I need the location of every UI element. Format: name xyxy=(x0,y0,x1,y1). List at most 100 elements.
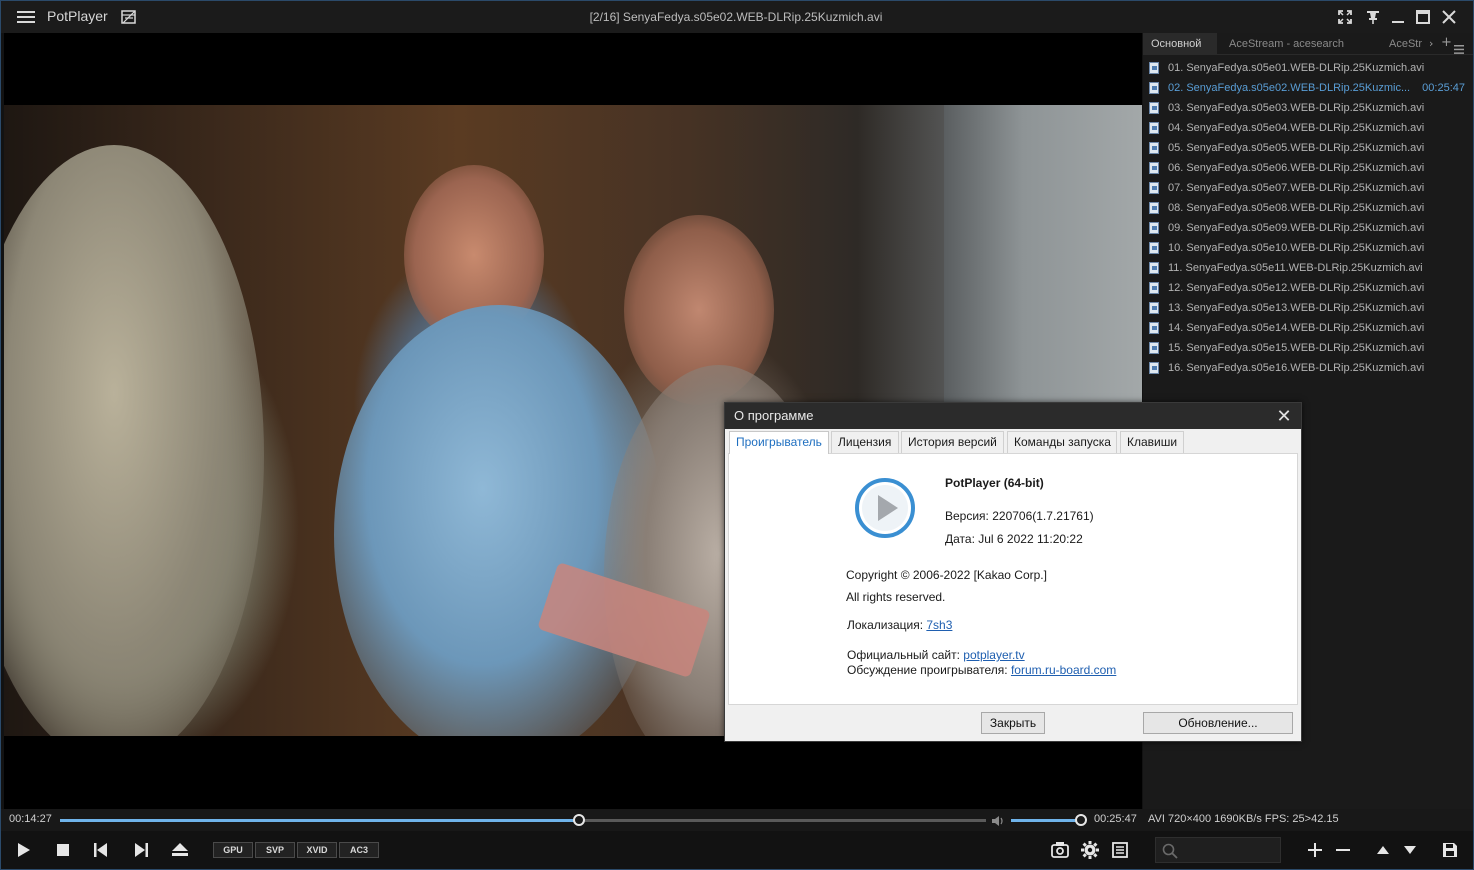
about-content: PotPlayer (64-bit) Версия: 220706(1.7.21… xyxy=(728,453,1298,705)
playlist-icon[interactable] xyxy=(1107,831,1133,869)
about-titlebar: О программе ✕ xyxy=(725,403,1301,429)
site-label: Официальный сайт: xyxy=(847,648,960,662)
playlist-item[interactable]: 06. SenyaFedya.s05e06.WEB-DLRip.25Kuzmic… xyxy=(1147,158,1471,178)
playlist-item[interactable]: 05. SenyaFedya.s05e05.WEB-DLRip.25Kuzmic… xyxy=(1147,138,1471,158)
video-file-icon xyxy=(1149,62,1159,74)
playlist-item[interactable]: 04. SenyaFedya.s05e04.WEB-DLRip.25Kuzmic… xyxy=(1147,118,1471,138)
settings-icon[interactable] xyxy=(1077,831,1103,869)
seek-row: 00:14:27 00:25:47 AVI 720×400 1690KB/s F… xyxy=(1,809,1473,831)
minimize-icon[interactable] xyxy=(1387,1,1409,33)
tab-menu-icon[interactable] xyxy=(1454,39,1464,58)
codec-svp[interactable]: SVP xyxy=(255,842,295,858)
video-file-icon xyxy=(1149,222,1159,234)
playlist-item-label: 11. SenyaFedya.s05e11.WEB-DLRip.25Kuzmic… xyxy=(1168,262,1423,274)
rights-text: All rights reserved. xyxy=(846,590,946,604)
copyright-text: Copyright © 2006-2022 [Kakao Corp.] xyxy=(846,568,1047,582)
playlist-item-label: 16. SenyaFedya.s05e16.WEB-DLRip.25Kuzmic… xyxy=(1168,362,1425,374)
save-icon[interactable] xyxy=(1438,831,1462,869)
seek-bar[interactable] xyxy=(60,814,986,826)
update-button[interactable]: Обновление... xyxy=(1143,712,1293,734)
video-file-icon xyxy=(1149,362,1159,374)
tab-hotkeys[interactable]: Клавиши xyxy=(1120,431,1184,453)
playlist-item-label: 05. SenyaFedya.s05e05.WEB-DLRip.25Kuzmic… xyxy=(1168,142,1425,154)
codec-ac3[interactable]: AC3 xyxy=(339,842,379,858)
app-name[interactable]: PotPlayer xyxy=(47,8,108,24)
playlist-item-label: 14. SenyaFedya.s05e14.WEB-DLRip.25Kuzmic… xyxy=(1168,322,1425,334)
volume-slider[interactable] xyxy=(1011,814,1087,826)
menu-icon[interactable] xyxy=(15,1,37,33)
playlist-item[interactable]: 07. SenyaFedya.s05e07.WEB-DLRip.25Kuzmic… xyxy=(1147,178,1471,198)
codec-gpu[interactable]: GPU xyxy=(213,842,253,858)
playlist-item-label: 13. SenyaFedya.s05e13.WEB-DLRip.25Kuzmic… xyxy=(1168,302,1425,314)
playlist-toggle-icon[interactable] xyxy=(119,1,139,33)
playlist-item[interactable]: 10. SenyaFedya.s05e10.WEB-DLRip.25Kuzmic… xyxy=(1147,238,1471,258)
add-icon[interactable] xyxy=(1303,831,1327,869)
play-icon[interactable] xyxy=(11,831,37,869)
playlist-item[interactable]: 16. SenyaFedya.s05e16.WEB-DLRip.25Kuzmic… xyxy=(1147,358,1471,378)
remove-icon[interactable] xyxy=(1331,831,1355,869)
tab-acestream-search[interactable]: AceStream - acesearch xyxy=(1221,33,1371,55)
forum-row: Обсуждение проигрывателя: forum.ru-board… xyxy=(847,663,1116,677)
playlist-item-label: 08. SenyaFedya.s05e08.WEB-DLRip.25Kuzmic… xyxy=(1168,202,1425,214)
tab-license[interactable]: Лицензия xyxy=(831,431,899,453)
add-tab-icon[interactable]: + xyxy=(1441,35,1452,50)
about-dialog: О программе ✕ Проигрыватель Лицензия Ист… xyxy=(724,402,1302,742)
product-name: PotPlayer (64-bit) xyxy=(945,476,1044,490)
video-file-icon xyxy=(1149,342,1159,354)
video-file-icon xyxy=(1149,122,1159,134)
pin-icon[interactable] xyxy=(1363,1,1383,33)
video-file-icon xyxy=(1149,102,1159,114)
playlist-item[interactable]: 01. SenyaFedya.s05e01.WEB-DLRip.25Kuzmic… xyxy=(1147,58,1471,78)
tab-version-history[interactable]: История версий xyxy=(901,431,1004,453)
playlist-item[interactable]: 11. SenyaFedya.s05e11.WEB-DLRip.25Kuzmic… xyxy=(1147,258,1471,278)
volume-fill xyxy=(1011,819,1081,822)
video-file-icon xyxy=(1149,82,1159,94)
seek-thumb[interactable] xyxy=(572,814,585,826)
move-down-icon[interactable] xyxy=(1398,831,1422,869)
potplayer-window: PotPlayer [2/16] SenyaFedya.s05e02.WEB-D… xyxy=(0,0,1474,870)
date-text: Дата: Jul 6 2022 11:20:22 xyxy=(945,532,1083,546)
playlist-item[interactable]: 02. SenyaFedya.s05e02.WEB-DLRip.25Kuzmic… xyxy=(1147,78,1471,98)
playlist-item[interactable]: 09. SenyaFedya.s05e09.WEB-DLRip.25Kuzmic… xyxy=(1147,218,1471,238)
chevron-right-icon[interactable]: › xyxy=(1429,37,1433,50)
about-close-icon[interactable]: ✕ xyxy=(1273,405,1295,427)
maximize-icon[interactable] xyxy=(1412,1,1434,33)
playlist-item[interactable]: 15. SenyaFedya.s05e15.WEB-DLRip.25Kuzmic… xyxy=(1147,338,1471,358)
tab-acestream[interactable]: AceStr xyxy=(1381,33,1429,55)
potplayer-logo-icon xyxy=(853,476,917,545)
tab-main[interactable]: Основной xyxy=(1143,33,1217,55)
previous-icon[interactable] xyxy=(89,831,113,869)
window-title: [2/16] SenyaFedya.s05e02.WEB-DLRip.25Kuz… xyxy=(589,10,883,24)
playlist-item[interactable]: 13. SenyaFedya.s05e13.WEB-DLRip.25Kuzmic… xyxy=(1147,298,1471,318)
video-file-icon xyxy=(1149,302,1159,314)
playlist-item[interactable]: 12. SenyaFedya.s05e12.WEB-DLRip.25Kuzmic… xyxy=(1147,278,1471,298)
next-icon[interactable] xyxy=(129,831,153,869)
volume-icon[interactable] xyxy=(991,813,1005,832)
playlist-item-label: 09. SenyaFedya.s05e09.WEB-DLRip.25Kuzmic… xyxy=(1168,222,1425,234)
localization-link[interactable]: 7sh3 xyxy=(926,618,952,632)
tab-command-line[interactable]: Команды запуска xyxy=(1007,431,1117,453)
volume-thumb[interactable] xyxy=(1075,814,1087,826)
site-row: Официальный сайт: potplayer.tv xyxy=(847,648,1025,662)
playlist-item-label: 04. SenyaFedya.s05e04.WEB-DLRip.25Kuzmic… xyxy=(1168,122,1425,134)
media-info: AVI 720×400 1690KB/s FPS: 25>42.15 xyxy=(1148,813,1339,825)
playlist-item[interactable]: 08. SenyaFedya.s05e08.WEB-DLRip.25Kuzmic… xyxy=(1147,198,1471,218)
site-link[interactable]: potplayer.tv xyxy=(963,648,1024,662)
about-footer: Закрыть Обновление... xyxy=(725,706,1301,741)
eject-icon[interactable] xyxy=(167,831,193,869)
localization-row: Локализация: 7sh3 xyxy=(847,618,952,632)
close-icon[interactable] xyxy=(1438,1,1460,33)
playlist-item-label: 02. SenyaFedya.s05e02.WEB-DLRip.25Kuzmic… xyxy=(1168,82,1411,94)
fullscreen-icon[interactable] xyxy=(1335,1,1355,33)
camera-icon[interactable] xyxy=(1047,831,1073,869)
tab-player[interactable]: Проигрыватель xyxy=(729,431,829,454)
playlist-search-input[interactable] xyxy=(1155,837,1281,863)
video-file-icon xyxy=(1149,242,1159,254)
stop-icon[interactable] xyxy=(51,831,75,869)
close-button[interactable]: Закрыть xyxy=(981,712,1045,734)
codec-xvid[interactable]: XVID xyxy=(297,842,337,858)
playlist-item[interactable]: 14. SenyaFedya.s05e14.WEB-DLRip.25Kuzmic… xyxy=(1147,318,1471,338)
forum-link[interactable]: forum.ru-board.com xyxy=(1011,663,1116,677)
playlist-item[interactable]: 03. SenyaFedya.s05e03.WEB-DLRip.25Kuzmic… xyxy=(1147,98,1471,118)
move-up-icon[interactable] xyxy=(1371,831,1395,869)
